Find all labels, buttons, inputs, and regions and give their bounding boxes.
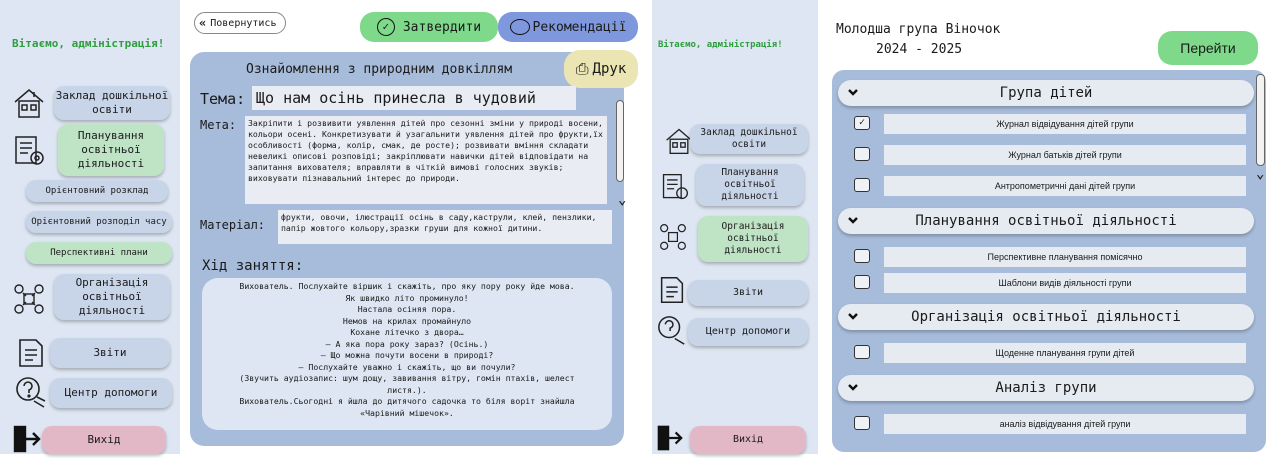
- goal-label: Мета:: [200, 118, 237, 132]
- chevron-down-icon: [848, 89, 858, 96]
- material-label: Матеріал:: [200, 218, 266, 232]
- planning-icon: [660, 172, 690, 202]
- nav-institution-2[interactable]: Заклад дошкільної освіти: [690, 124, 808, 154]
- lesson-line: – Послухайте уважно і скажіть, що ви поч…: [298, 361, 516, 372]
- go-button[interactable]: Перейти: [1158, 31, 1258, 65]
- list-item[interactable]: аналіз відвідування дітей групи: [884, 414, 1246, 434]
- checkbox[interactable]: [854, 249, 870, 263]
- chevron-down-double-icon[interactable]: ⌄: [618, 192, 626, 208]
- greeting-text-2: Вітаємо, адміністрація!: [658, 40, 783, 50]
- nav-exit[interactable]: Вихід: [42, 426, 166, 454]
- recommendations-label: Рекомендації: [532, 19, 627, 35]
- section-title: Аналіз групи: [995, 380, 1097, 396]
- section-header[interactable]: Аналіз групи: [838, 375, 1254, 401]
- nav-planning[interactable]: Планування освітньої діяльності: [58, 124, 164, 176]
- recommendations-button[interactable]: Рекомендації: [498, 12, 638, 42]
- nav-planning-2[interactable]: Планування освітньої діяльності: [696, 164, 804, 206]
- lesson-line: – Що можна почути восени в природі?: [320, 350, 494, 360]
- list-item[interactable]: Шаблони видів діяльності групи: [884, 273, 1246, 293]
- group-years: 2024 - 2025: [876, 42, 963, 57]
- house-icon: [12, 86, 46, 120]
- lesson-line: (Звучить аудіозапис: шум дощу, завивання…: [239, 373, 575, 383]
- organization-icon: [658, 222, 688, 252]
- list-item[interactable]: Антропометричні дані дітей групи: [884, 176, 1246, 196]
- nav-help-center-2[interactable]: Центр допомоги: [688, 318, 808, 346]
- lesson-scrollbar[interactable]: [616, 100, 624, 182]
- section-header[interactable]: Група дітей: [838, 80, 1254, 106]
- checkbox[interactable]: [854, 416, 870, 430]
- nav-institution[interactable]: Заклад дошкільної освіти: [54, 86, 170, 120]
- double-chevron-left-icon: «: [199, 16, 207, 30]
- speech-bubble-icon: [509, 19, 530, 35]
- lesson-line: Немов на крилах промайнуло: [342, 315, 472, 326]
- nav-organization[interactable]: Організація освітньої діяльності: [54, 274, 170, 320]
- lesson-line: – А яка пора року зараз? (Осінь.): [325, 338, 489, 349]
- list-item[interactable]: Журнал батьків дітей групи: [884, 145, 1246, 165]
- checkbox[interactable]: [854, 178, 870, 192]
- checkbox[interactable]: [854, 275, 870, 289]
- material-value: фрукти, овочи, ілюстрації осінь в саду,к…: [278, 210, 612, 244]
- lesson-progress-text: Вихователь. Послухайте віршик і скажіть,…: [208, 281, 606, 419]
- list-item[interactable]: Перспективне планування помісячно: [884, 247, 1246, 267]
- planning-icon: [12, 134, 46, 168]
- nav-time-distribution[interactable]: Орієнтовний розподіл часу: [26, 211, 172, 233]
- section-title: Планування освітньої діяльності: [915, 213, 1177, 229]
- lesson-line: листя.).: [387, 384, 427, 395]
- lesson-progress-label: Хід заняття:: [202, 258, 304, 274]
- lesson-line: Як швидко літо проминуло!: [345, 292, 469, 303]
- back-button[interactable]: «Повернутись: [194, 12, 286, 34]
- help-icon: [14, 375, 48, 409]
- nav-reports[interactable]: Звіти: [50, 338, 170, 368]
- nav-organization-2[interactable]: Організація освітньої діяльності: [698, 216, 808, 262]
- section-header[interactable]: Організація освітньої діяльності: [838, 304, 1254, 330]
- checkbox[interactable]: [854, 345, 870, 359]
- approve-button[interactable]: ✓ Затвердити: [360, 12, 498, 42]
- report-icon: [14, 336, 48, 370]
- approve-label: Затвердити: [402, 19, 482, 35]
- nav-help-center[interactable]: Центр допомоги: [50, 378, 172, 408]
- checkbox[interactable]: [854, 147, 870, 161]
- nav-exit-2[interactable]: Вихід: [690, 426, 806, 454]
- nav-perspective-plans[interactable]: Перспективні плани: [26, 242, 172, 264]
- report-icon: [656, 274, 688, 306]
- organization-icon: [12, 282, 46, 316]
- chevron-down-icon: [848, 384, 858, 391]
- group-title: Молодша група Віночок: [836, 22, 1001, 37]
- chevron-down-icon: [848, 217, 858, 224]
- exit-icon: [656, 424, 684, 452]
- lesson-line: Вихователь.Сьогодні я йшла до дитячого с…: [239, 396, 575, 406]
- checkbox-checked[interactable]: ✓: [854, 116, 870, 130]
- goal-value: Закріпити і розвивити уявлення дітей про…: [245, 116, 607, 204]
- greeting-text: Вітаємо, адміністрація!: [12, 37, 165, 50]
- list-item[interactable]: Журнал відвідування дітей групи: [884, 114, 1246, 134]
- group-scrollbar[interactable]: [1256, 74, 1265, 166]
- chevron-down-double-icon[interactable]: ⌄: [1256, 166, 1264, 182]
- printer-icon: ⎙: [575, 59, 589, 78]
- help-icon: [656, 314, 688, 346]
- back-label: Повернутись: [210, 17, 277, 29]
- section-header[interactable]: Планування освітньої діяльності: [838, 208, 1254, 234]
- lesson-line: Вихователь. Послухайте віршик і скажіть,…: [239, 281, 575, 291]
- lesson-line: Кохане літечко з двора…: [350, 327, 464, 337]
- list-item[interactable]: Щоденне планування групи дітей: [884, 343, 1246, 363]
- nav-approx-schedule[interactable]: Орієнтовний розклад: [26, 180, 168, 202]
- check-circle-icon: ✓: [376, 18, 395, 36]
- section-title: Організація освітньої діяльності: [911, 309, 1181, 325]
- nav-reports-2[interactable]: Звіти: [688, 280, 808, 306]
- topic-value: Що нам осінь принесла в чудовий сад?: [252, 86, 576, 131]
- lesson-line: Настала осіняя пора.: [357, 304, 457, 314]
- section-title: Група дітей: [999, 85, 1093, 101]
- topic-label: Тема:: [200, 90, 246, 108]
- lesson-heading: Ознайомлення з природним довкіллям: [246, 62, 513, 77]
- exit-icon: [12, 424, 42, 454]
- lesson-line: «Чарівний мішечок».: [360, 407, 454, 418]
- print-label: Друк: [592, 61, 627, 77]
- chevron-down-icon: [848, 313, 858, 320]
- print-button[interactable]: ⎙ Друк: [564, 50, 638, 88]
